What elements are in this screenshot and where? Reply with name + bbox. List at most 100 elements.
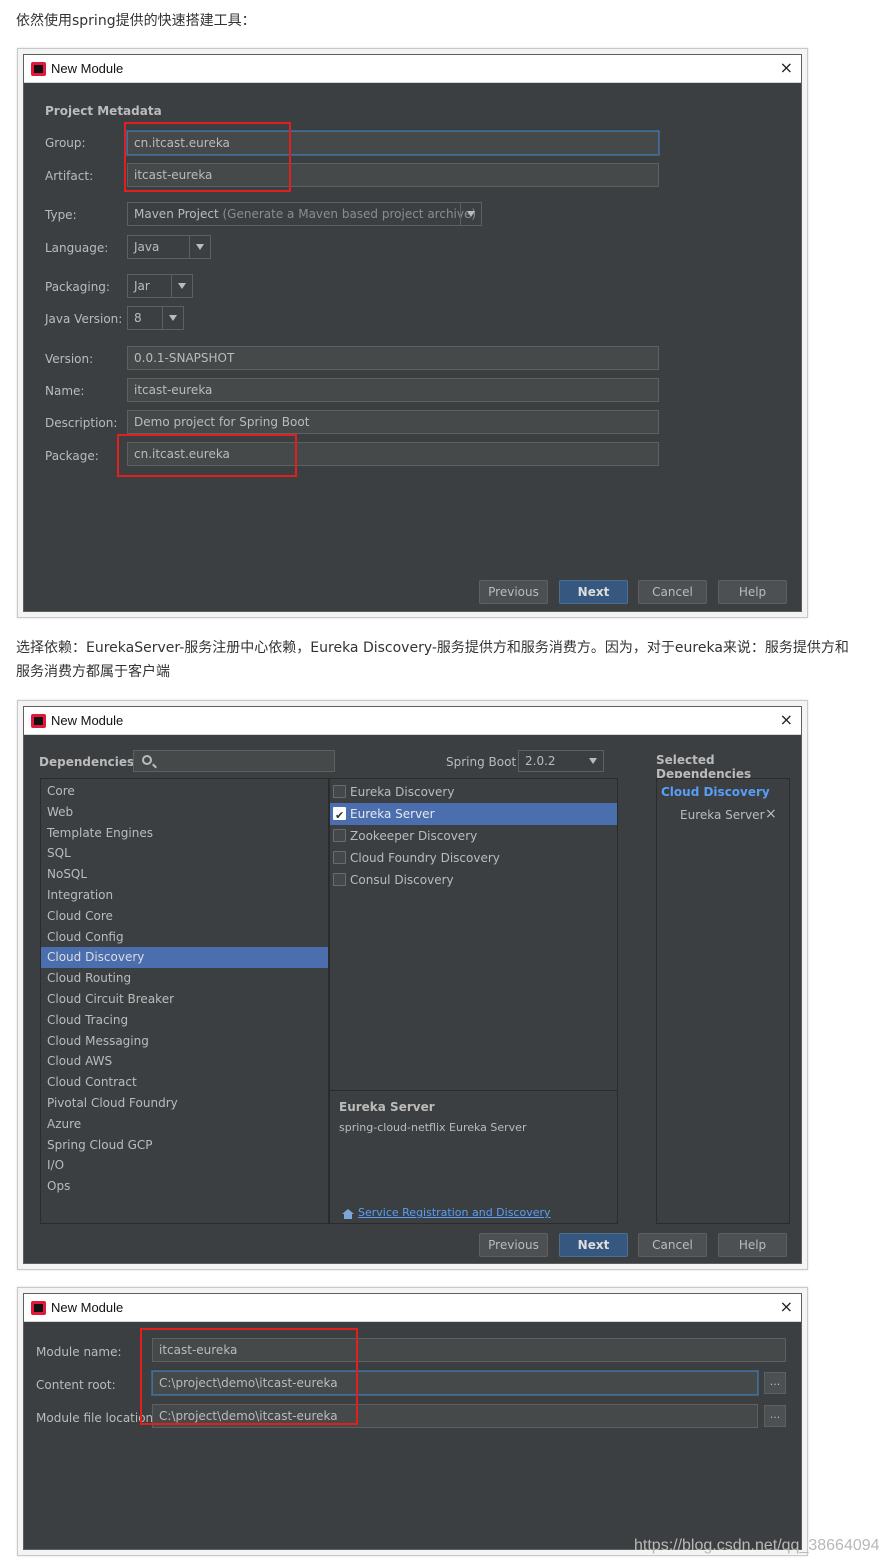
selected-item: Eureka Server — [680, 808, 765, 822]
checkbox[interactable] — [333, 785, 346, 798]
title-bar: New Module × — [24, 707, 801, 735]
category-item[interactable]: Web — [41, 802, 328, 823]
group-field[interactable]: cn.itcast.eureka — [127, 131, 659, 155]
spring-boot-select[interactable]: 2.0.2 — [518, 750, 604, 772]
browse-button[interactable]: ... — [764, 1372, 786, 1394]
category-item[interactable]: Cloud Core — [41, 906, 328, 927]
check-icon: ✔ — [335, 809, 345, 822]
cancel-button[interactable]: Cancel — [638, 580, 707, 604]
category-item[interactable]: I/O — [41, 1155, 328, 1176]
category-item[interactable]: Cloud Contract — [41, 1072, 328, 1093]
spring-boot-label: Spring Boot — [446, 755, 517, 769]
category-item[interactable]: Cloud Discovery — [41, 947, 328, 969]
close-icon[interactable]: × — [780, 710, 793, 729]
close-icon[interactable]: × — [780, 1297, 793, 1316]
category-item[interactable]: Cloud Tracing — [41, 1010, 328, 1031]
checkbox[interactable]: ✔ — [333, 807, 346, 822]
section-heading: Project Metadata — [45, 104, 162, 118]
chevron-down-icon — [178, 283, 186, 289]
new-module-window: New Module × Project Metadata Group: cn.… — [23, 54, 802, 612]
next-button[interactable]: Next — [559, 1233, 628, 1257]
category-item[interactable]: Integration — [41, 885, 328, 906]
remove-icon[interactable]: × — [765, 806, 777, 822]
dependency-label: Consul Discovery — [350, 873, 454, 887]
module-file-location-label: Module file location: — [36, 1411, 158, 1425]
category-item[interactable]: Cloud Routing — [41, 968, 328, 989]
category-item[interactable]: Cloud Config — [41, 927, 328, 948]
description-label: Description: — [45, 416, 118, 430]
package-label: Package: — [45, 449, 99, 463]
browse-button[interactable]: ... — [764, 1405, 786, 1427]
content-root-field[interactable]: C:\project\demo\itcast-eureka — [152, 1371, 758, 1395]
intellij-icon — [31, 714, 46, 728]
category-item[interactable]: Cloud AWS — [41, 1051, 328, 1072]
category-item[interactable]: Pivotal Cloud Foundry — [41, 1093, 328, 1114]
name-field[interactable]: itcast-eureka — [127, 378, 659, 402]
package-field[interactable]: cn.itcast.eureka — [127, 442, 659, 466]
packaging-select[interactable]: Jar — [127, 274, 193, 298]
selected-dependencies-panel: Cloud Discovery Eureka Server × — [656, 778, 790, 1224]
new-module-window: New Module × Module name: itcast-eureka … — [23, 1293, 802, 1550]
dependencies-heading: Dependencies — [39, 755, 135, 769]
title-bar: New Module × — [24, 55, 801, 83]
java-version-label: Java Version: — [45, 312, 123, 326]
category-item[interactable]: Cloud Messaging — [41, 1031, 328, 1052]
java-version-value: 8 — [134, 311, 142, 325]
category-item[interactable]: Ops — [41, 1176, 328, 1197]
description-field[interactable]: Demo project for Spring Boot — [127, 410, 659, 434]
category-item[interactable]: Core — [41, 781, 328, 802]
category-item[interactable]: Spring Cloud GCP — [41, 1135, 328, 1156]
window-title: New Module — [51, 61, 124, 76]
type-label: Type: — [45, 208, 77, 222]
name-label: Name: — [45, 384, 85, 398]
cancel-button[interactable]: Cancel — [638, 1233, 707, 1257]
type-select[interactable]: Maven Project (Generate a Maven based pr… — [127, 202, 482, 226]
category-item[interactable]: Cloud Circuit Breaker — [41, 989, 328, 1010]
dependency-label: Zookeeper Discovery — [350, 829, 478, 843]
dependency-panel: Eureka Discovery ✔ Eureka Server Zookeeper … — [329, 778, 618, 1224]
category-item[interactable]: SQL — [41, 843, 328, 864]
language-select[interactable]: Java — [127, 235, 211, 259]
type-hint: (Generate a Maven based project archive) — [222, 207, 477, 221]
detail-description: spring-cloud-netflix Eureka Server — [339, 1121, 527, 1134]
help-button[interactable]: Help — [718, 1233, 787, 1257]
search-input[interactable] — [133, 750, 335, 772]
dependency-item[interactable]: Consul Discovery — [330, 869, 617, 891]
dependency-item[interactable]: Eureka Discovery — [330, 781, 617, 803]
detail-title: Eureka Server — [339, 1100, 435, 1114]
category-item[interactable]: NoSQL — [41, 864, 328, 885]
dependency-item[interactable]: Zookeeper Discovery — [330, 825, 617, 847]
checkbox[interactable] — [333, 829, 346, 842]
artifact-label: Artifact: — [45, 169, 94, 183]
search-icon — [142, 755, 152, 765]
version-label: Version: — [45, 352, 94, 366]
packaging-label: Packaging: — [45, 280, 110, 294]
dependency-label: Cloud Foundry Discovery — [350, 851, 500, 865]
dependency-item[interactable]: Cloud Foundry Discovery — [330, 847, 617, 869]
category-item[interactable]: Template Engines — [41, 823, 328, 844]
watermark: https://blog.csdn.net/qq_38664094 — [634, 1537, 880, 1554]
new-module-window: New Module × Dependencies Spring Boot 2.… — [23, 706, 802, 1264]
previous-button[interactable]: Previous — [479, 580, 548, 604]
module-name-label: Module name: — [36, 1345, 122, 1359]
category-item[interactable]: Azure — [41, 1114, 328, 1135]
checkbox[interactable] — [333, 873, 346, 886]
artifact-field[interactable]: itcast-eureka — [127, 163, 659, 187]
module-name-field[interactable]: itcast-eureka — [152, 1338, 786, 1362]
category-list: Core Web Template Engines SQL NoSQL Integrati… — [40, 778, 329, 1224]
chevron-down-icon — [589, 758, 597, 764]
help-button[interactable]: Help — [718, 580, 787, 604]
selected-group: Cloud Discovery — [661, 785, 770, 799]
version-field[interactable]: 0.0.1-SNAPSHOT — [127, 346, 659, 370]
reference-link[interactable]: Service Registration and Discovery — [358, 1206, 551, 1219]
checkbox[interactable] — [333, 851, 346, 864]
java-version-select[interactable]: 8 — [127, 306, 184, 330]
dependency-item[interactable]: ✔ Eureka Server — [330, 803, 617, 825]
dependency-label: Eureka Server — [350, 807, 435, 821]
previous-button[interactable]: Previous — [479, 1233, 548, 1257]
spring-boot-version: 2.0.2 — [525, 754, 556, 768]
module-file-location-field[interactable]: C:\project\demo\itcast-eureka — [152, 1404, 758, 1428]
next-button[interactable]: Next — [559, 580, 628, 604]
language-label: Language: — [45, 241, 109, 255]
close-icon[interactable]: × — [780, 58, 793, 77]
